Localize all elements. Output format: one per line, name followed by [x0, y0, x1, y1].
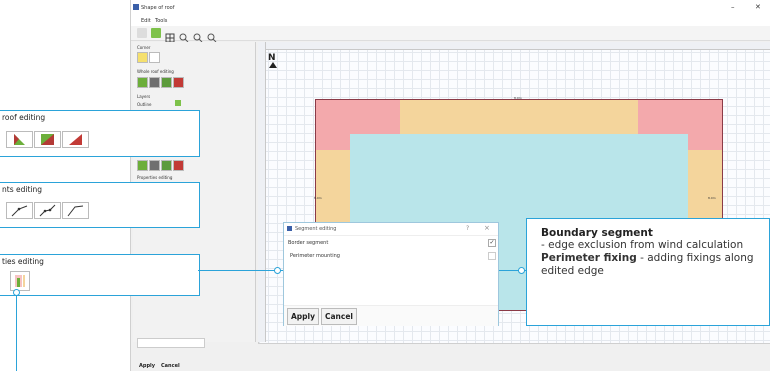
dialog-title: Segment editing	[295, 226, 337, 232]
vertical-ruler	[258, 42, 266, 342]
horizontal-ruler	[258, 42, 770, 50]
dialog-close-button[interactable]: ×	[484, 224, 490, 232]
border-segment-checkbox[interactable]: ✓	[488, 239, 496, 247]
connector-properties	[16, 294, 17, 371]
info-callout: Boundary segment - edge exclusion from w…	[526, 218, 770, 326]
callout-segments-editing: nts editing	[0, 182, 200, 228]
callout-segments-editing-title: nts editing	[2, 185, 42, 194]
roof-tool-large-2-icon[interactable]	[34, 131, 61, 148]
dialog-app-icon	[287, 226, 292, 231]
section-properties: Properties editing	[137, 175, 173, 180]
dialog-cancel-button[interactable]: Cancel	[321, 308, 357, 325]
callout-roof-editing-title: roof editing	[2, 113, 46, 122]
segment-tool-2-icon[interactable]	[34, 202, 61, 219]
corner-tool-icon[interactable]	[137, 52, 148, 63]
connector-dot-dialog	[274, 267, 281, 274]
menu-tools[interactable]: Tools	[155, 18, 167, 24]
prop-tool-2-icon[interactable]	[149, 160, 160, 171]
connector-dot-properties	[13, 289, 20, 296]
dialog-apply-button[interactable]: Apply	[287, 308, 319, 325]
boundary-segment-heading: Boundary segment	[541, 227, 653, 239]
edge-label-left: 8.0m	[314, 196, 322, 200]
perimeter-fixing-heading: Perimeter fixing	[541, 252, 637, 264]
prop-tool-1-icon[interactable]	[137, 160, 148, 171]
menu-bar: Edit Tools	[131, 16, 770, 26]
roof-tool-2-icon[interactable]	[149, 77, 160, 88]
roof-tool-4-icon[interactable]	[173, 77, 184, 88]
connector-dot-info	[518, 267, 525, 274]
dialog-title-bar: Segment editing ? ×	[284, 223, 498, 236]
segment-editing-dialog: Segment editing ? × Border segment ✓ Per…	[283, 222, 499, 326]
roof-tool-1-icon[interactable]	[137, 77, 148, 88]
layer-outline[interactable]: Outline	[137, 102, 151, 107]
toolbar	[131, 26, 770, 43]
close-window-button[interactable]: ✕	[755, 3, 761, 11]
prop-tool-4-icon[interactable]	[173, 160, 184, 171]
corner-tool-2-icon[interactable]	[149, 52, 160, 63]
prop-tool-3-icon[interactable]	[161, 160, 172, 171]
title-bar: Shape of roof – ✕	[131, 0, 770, 16]
roof-tool-3-icon[interactable]	[161, 77, 172, 88]
select-icon[interactable]	[151, 28, 161, 38]
section-corner: Corner	[137, 45, 151, 50]
perimeter-mounting-label: Perimeter mounting	[290, 253, 340, 259]
edge-label-top: 8.0m	[514, 96, 522, 100]
bottom-cancel-button[interactable]: Cancel	[161, 363, 180, 369]
app-icon	[133, 4, 139, 10]
properties-tool-icon[interactable]	[10, 271, 30, 291]
boundary-segment-description: - edge exclusion from wind calculation	[541, 239, 744, 251]
layer-visible-icon[interactable]	[175, 100, 181, 106]
bottom-apply-button[interactable]: Apply	[139, 363, 155, 369]
zoom-out-icon[interactable]	[207, 28, 217, 43]
roof-tool-large-3-icon[interactable]	[62, 131, 89, 148]
roof-tool-large-1-icon[interactable]	[6, 131, 33, 148]
segment-tool-1-icon[interactable]	[6, 202, 33, 219]
dialog-help-button[interactable]: ?	[466, 225, 469, 232]
callout-roof-editing: roof editing	[0, 110, 200, 157]
callout-properties-editing: ties editing	[0, 254, 200, 296]
window-title: Shape of roof	[141, 5, 175, 11]
north-arrow-icon	[269, 62, 277, 68]
perimeter-mounting-checkbox[interactable]	[488, 252, 496, 260]
connector-dialog	[198, 270, 283, 271]
menu-edit[interactable]: Edit	[141, 18, 151, 24]
grid-icon[interactable]	[165, 28, 175, 43]
section-whole-roof: Whole roof editing	[137, 69, 174, 74]
minimize-button[interactable]: –	[731, 3, 735, 11]
edge-label-right: 8.0m	[708, 196, 716, 200]
callout-properties-editing-title: ties editing	[2, 257, 44, 266]
section-layers: Layers	[137, 94, 151, 99]
zoom-in-icon[interactable]	[193, 28, 203, 43]
status-field[interactable]	[137, 338, 205, 348]
segment-tool-3-icon[interactable]	[62, 202, 89, 219]
pointer-icon[interactable]	[137, 28, 147, 38]
border-segment-label: Border segment	[288, 240, 329, 246]
zoom-fit-icon[interactable]	[179, 28, 189, 43]
